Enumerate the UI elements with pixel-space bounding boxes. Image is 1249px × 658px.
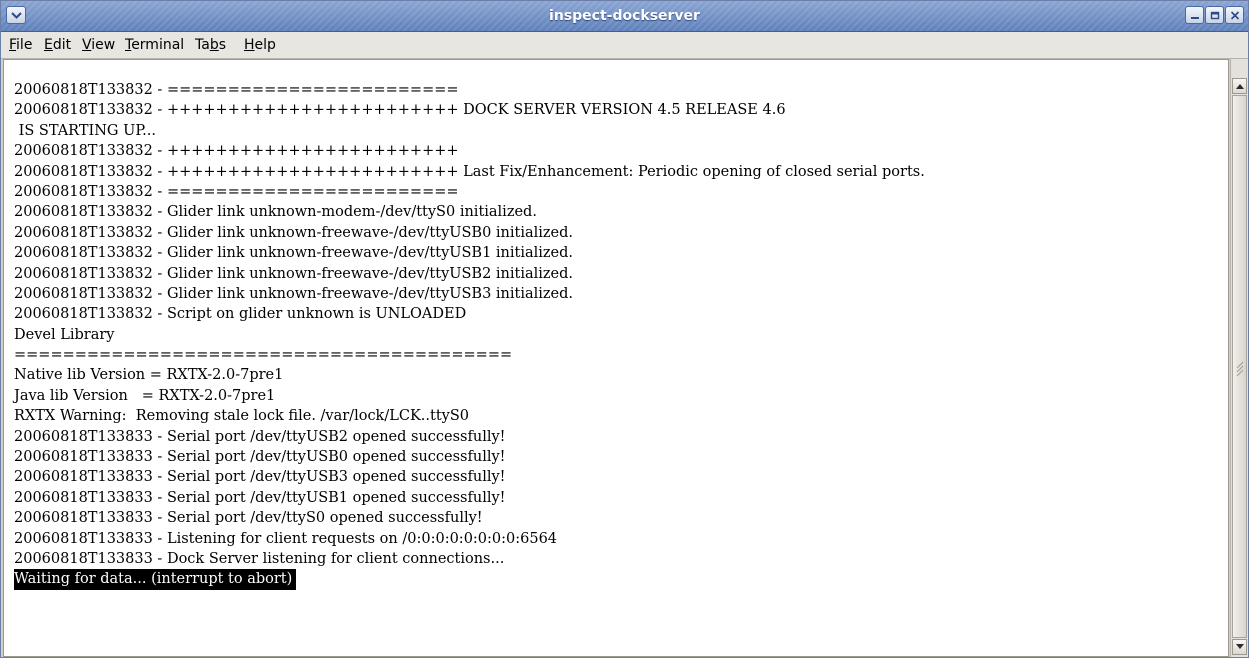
close-icon [1230, 11, 1240, 20]
terminal-line: 20060818T133832 - Glider link unknown-fr… [14, 285, 574, 302]
menu-tabs-label: s [218, 37, 227, 53]
window-menu-button[interactable] [6, 6, 26, 24]
terminal-line: Java lib Version = RXTX-2.0-7pre1 [14, 387, 276, 404]
waiting-for-data-text: Waiting for data... (interrupt to abort) [14, 569, 297, 590]
terminal-line: 20060818T133832 - ++++++++++++++++++++++… [14, 163, 925, 180]
menu-view[interactable]: View [82, 32, 115, 58]
terminal-line: 20060818T133832 - Glider link unknown-fr… [14, 224, 574, 241]
minimize-icon [1191, 17, 1199, 19]
terminal-line: 20060818T133833 - Dock Server listening … [14, 550, 505, 567]
grip-icon [1236, 361, 1244, 377]
menu-tabs-label-pre: Ta [195, 37, 210, 53]
terminal-line: Native lib Version = RXTX-2.0-7pre1 [14, 367, 284, 384]
window-title: inspect-dockserver [549, 8, 700, 24]
terminal-line: IS STARTING UP... [14, 122, 156, 139]
terminal-line: 20060818T133832 - ======================… [14, 183, 459, 200]
menu-bar: File Edit View Terminal Tabs Help [1, 32, 1248, 59]
menu-help-label: elp [254, 37, 276, 53]
terminal-output[interactable]: 20060818T133832 - ======================… [3, 59, 1229, 657]
menu-terminal-label: erminal [131, 37, 185, 53]
menu-view-accelerator: V [82, 37, 92, 53]
terminal-line: 20060818T133833 - Listening for client r… [14, 530, 558, 547]
menu-help[interactable]: Help [244, 32, 276, 58]
menu-file-label: ile [16, 37, 33, 53]
menu-file-accelerator: F [9, 37, 17, 53]
menu-edit-accelerator: E [44, 37, 53, 53]
menu-view-label: iew [91, 37, 116, 53]
menu-tabs[interactable]: Tabs [195, 32, 226, 58]
terminal-line: 20060818T133832 - ======================… [14, 82, 459, 98]
terminal-line: ========================================… [14, 347, 513, 364]
terminal-line: 20060818T133832 - Glider link unknown-mo… [14, 204, 537, 221]
scroll-thumb[interactable] [1232, 95, 1247, 638]
menu-edit-label: dit [52, 37, 72, 53]
maximize-icon [1210, 11, 1220, 20]
menu-file[interactable]: File [9, 32, 32, 58]
menu-tabs-accelerator: b [209, 37, 219, 53]
terminal-window: inspect-dockserver File Edit View Termin… [0, 0, 1249, 658]
terminal-line: 20060818T133833 - Serial port /dev/ttyUS… [14, 489, 506, 506]
maximize-button[interactable] [1205, 6, 1224, 24]
terminal-line: 20060818T133832 - ++++++++++++++++++++++… [14, 102, 786, 119]
chevron-down-icon [11, 12, 22, 19]
terminal-line: 20060818T133833 - Serial port /dev/ttyS0… [14, 510, 483, 527]
menu-terminal[interactable]: Terminal [125, 32, 184, 58]
scroll-up-button[interactable] [1232, 78, 1247, 94]
terminal-line: 20060818T133833 - Serial port /dev/ttyUS… [14, 428, 506, 445]
arrow-down-icon [1236, 644, 1244, 649]
title-bar[interactable]: inspect-dockserver [1, 1, 1248, 32]
terminal-lines: 20060818T133832 - ======================… [14, 80, 925, 590]
scroll-down-button[interactable] [1232, 639, 1247, 655]
terminal-line: 20060818T133832 - Script on glider unkno… [14, 306, 467, 323]
menu-help-accelerator: H [244, 37, 255, 53]
terminal-line: 20060818T133833 - Serial port /dev/ttyUS… [14, 469, 506, 486]
terminal-line: Devel Library [14, 326, 115, 343]
terminal-line: RXTX Warning: Removing stale lock file. … [14, 408, 470, 425]
menu-edit[interactable]: Edit [44, 32, 71, 58]
terminal-line: 20060818T133832 - Glider link unknown-fr… [14, 265, 574, 282]
terminal-line: 20060818T133833 - Serial port /dev/ttyUS… [14, 449, 506, 466]
close-button[interactable] [1225, 6, 1244, 24]
minimize-button[interactable] [1185, 6, 1204, 24]
arrow-up-icon [1236, 84, 1244, 89]
vertical-scrollbar[interactable] [1230, 59, 1248, 657]
terminal-line: 20060818T133832 - ++++++++++++++++++++++… [14, 143, 459, 160]
terminal-prompt-line: Waiting for data... (interrupt to abort) [14, 569, 925, 590]
terminal-line: 20060818T133832 - Glider link unknown-fr… [14, 245, 574, 262]
